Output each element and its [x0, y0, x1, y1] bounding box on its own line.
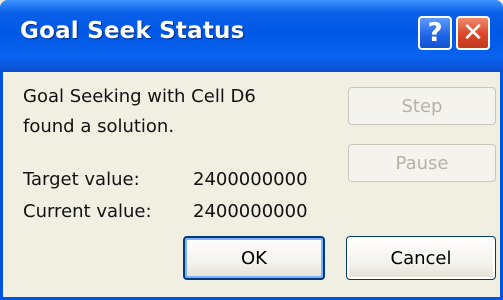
- pause-button[interactable]: Pause: [348, 144, 496, 182]
- status-message-line-2: found a solution.: [23, 116, 175, 137]
- title-bar[interactable]: Goal Seek Status ? ✕: [0, 0, 503, 72]
- status-message-line-1: Goal Seeking with Cell D6: [23, 86, 256, 107]
- help-icon: ?: [427, 18, 443, 48]
- current-value: 2400000000: [193, 201, 308, 222]
- ok-button[interactable]: OK: [183, 236, 325, 280]
- target-value-row: Target value: 2400000000: [23, 164, 308, 196]
- step-button[interactable]: Step: [348, 87, 496, 125]
- current-value-row: Current value: 2400000000: [23, 196, 308, 228]
- help-button[interactable]: ?: [418, 16, 452, 50]
- current-value-label: Current value:: [23, 201, 152, 222]
- target-value: 2400000000: [193, 169, 308, 190]
- close-icon: ✕: [462, 18, 484, 48]
- cancel-button[interactable]: Cancel: [346, 236, 496, 280]
- status-message: Goal Seeking with Cell D6 found a soluti…: [23, 82, 256, 142]
- target-value-label: Target value:: [23, 169, 140, 190]
- dialog-title: Goal Seek Status: [20, 18, 245, 44]
- close-button[interactable]: ✕: [456, 16, 490, 50]
- goal-seek-status-dialog: Goal Seek Status ? ✕ Goal Seeking with C…: [0, 0, 503, 300]
- values-panel: Target value: 2400000000 Current value: …: [23, 164, 308, 228]
- dialog-body: Goal Seeking with Cell D6 found a soluti…: [3, 72, 500, 300]
